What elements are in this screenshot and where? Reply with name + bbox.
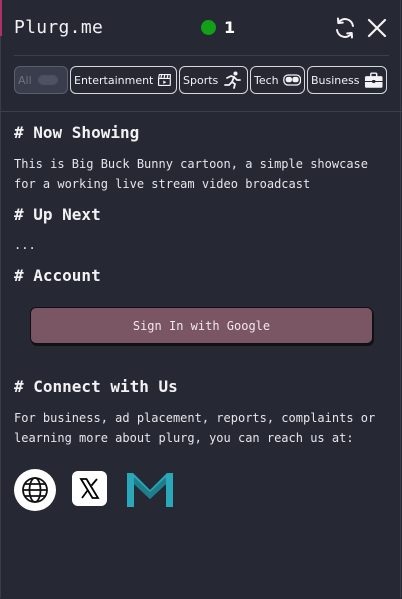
- category-entertainment[interactable]: Entertainment: [70, 66, 177, 94]
- now-showing-text: This is Big Buck Bunny cartoon, a simple…: [14, 157, 369, 191]
- category-sports[interactable]: Sports: [179, 66, 248, 94]
- category-label: Sports: [183, 73, 219, 87]
- connect-text: For business, ad placement, reports, com…: [14, 411, 376, 445]
- category-label: All: [18, 73, 32, 87]
- category-divider: [0, 111, 402, 112]
- app-title: Plurg.me: [14, 17, 104, 38]
- viewer-count: 1: [224, 18, 236, 37]
- connect-heading: # Connect with Us: [14, 377, 178, 396]
- x-logo-icon: [72, 471, 107, 506]
- vr-headset-icon: [282, 74, 301, 86]
- category-bar: All Entertainment Sports Tech Business: [14, 66, 387, 94]
- now-showing-heading: # Now Showing: [14, 123, 140, 142]
- x-link[interactable]: [72, 471, 107, 506]
- viewer-indicator: 1: [201, 18, 235, 37]
- toggle-icon: [37, 75, 58, 85]
- email-link[interactable]: [126, 472, 174, 508]
- close-button[interactable]: [365, 16, 389, 40]
- website-link[interactable]: [14, 469, 56, 511]
- category-business[interactable]: Business: [307, 66, 387, 94]
- category-tech[interactable]: Tech: [250, 66, 305, 94]
- briefcase-icon: [364, 72, 383, 88]
- account-heading: # Account: [14, 266, 101, 285]
- running-person-icon: [224, 71, 242, 89]
- refresh-button[interactable]: [333, 16, 357, 40]
- header-divider: [14, 55, 389, 56]
- category-label: Tech: [254, 73, 279, 87]
- globe-icon: [14, 469, 56, 511]
- gmail-icon: [127, 473, 173, 507]
- up-next-text: ...: [14, 238, 36, 252]
- live-status-dot: [201, 20, 216, 35]
- category-label: Business: [311, 73, 360, 87]
- clapperboard-icon: [158, 73, 172, 87]
- up-next-heading: # Up Next: [14, 205, 101, 224]
- header: Plurg.me 1: [0, 0, 402, 56]
- close-icon: [367, 18, 387, 38]
- google-signin-button[interactable]: Sign In with Google: [30, 307, 373, 344]
- refresh-icon: [336, 17, 354, 39]
- category-label: Entertainment: [74, 73, 154, 87]
- category-all[interactable]: All: [14, 66, 68, 94]
